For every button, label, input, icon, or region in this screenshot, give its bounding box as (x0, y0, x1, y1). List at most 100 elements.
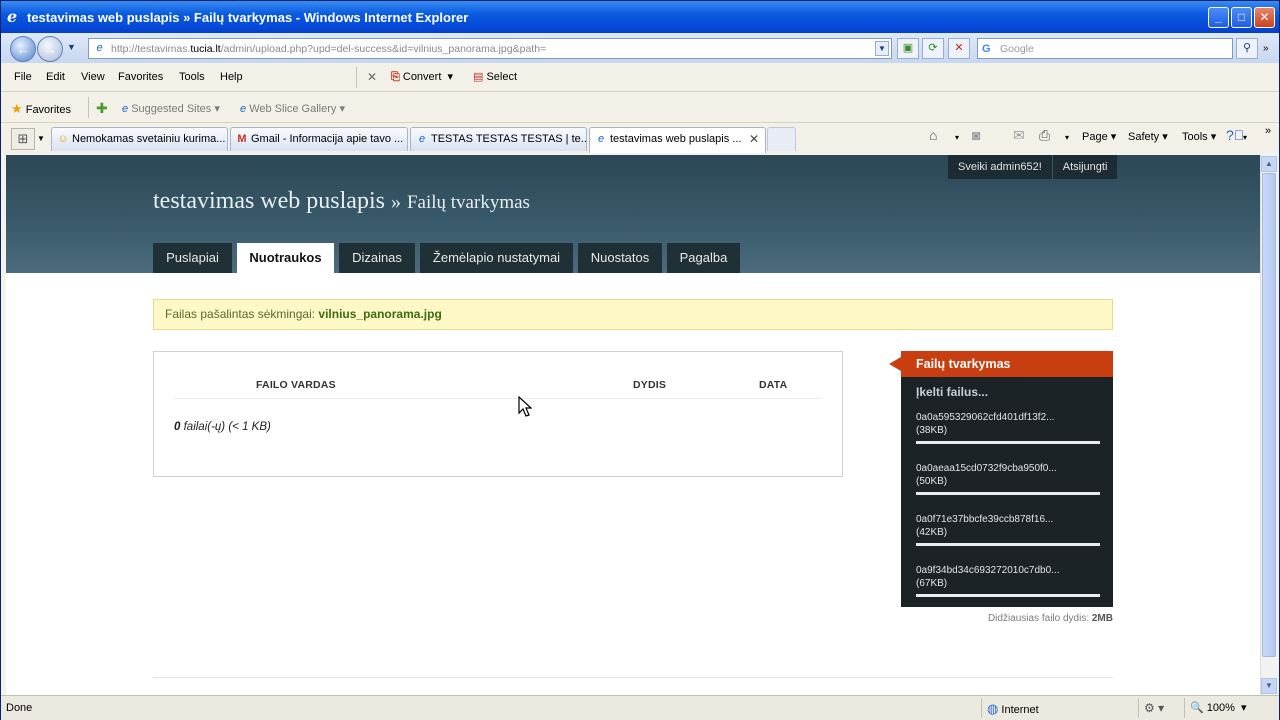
menu-favorites[interactable]: Favorites (118, 71, 163, 83)
convert-button[interactable]: ⎘ Convert ▾ (391, 70, 453, 84)
address-bar: ← → ▼ e http://testavimas.tucia.lt/admin… (1, 33, 1279, 63)
select-button[interactable]: ▤ Select (473, 70, 517, 83)
tab-close-icon[interactable]: ✕ (749, 128, 759, 150)
help-dropdown[interactable]: ▾ (1243, 133, 1247, 142)
help-icon[interactable]: ?⃝ (1226, 127, 1244, 143)
nav-puslapiai[interactable]: Puslapiai (153, 243, 232, 273)
stop-button[interactable]: ✕ (948, 38, 970, 59)
scroll-up-button[interactable]: ▲ (1261, 156, 1277, 172)
feeds-icon[interactable]: ◙ (972, 127, 980, 143)
scroll-thumb[interactable] (1262, 173, 1276, 657)
sidebar-file-item[interactable]: 0a0aeaa15cd0732f9cba950f0... (50KB) (916, 462, 1101, 495)
site-header: Sveiki admin652! Atsijungti testavimas we… (6, 155, 1260, 273)
tab-list-dropdown[interactable]: ▼ (37, 134, 45, 143)
recent-pages-dropdown[interactable]: ▼ (67, 42, 76, 52)
favorites-button[interactable]: ★ Favorites (11, 101, 71, 117)
url-dropdown-button[interactable]: ▼ (875, 41, 889, 56)
quick-tabs-button[interactable]: ⊞ (11, 128, 35, 150)
logout-link[interactable]: Atsijungti (1053, 155, 1118, 179)
file-divider (916, 543, 1100, 546)
add-favorite-icon[interactable]: ✚ (96, 100, 108, 117)
nav-pagalba[interactable]: Pagalba (667, 243, 740, 273)
home-icon[interactable]: ⌂ (929, 127, 937, 143)
user-box: Sveiki admin652! Atsijungti (948, 155, 1118, 179)
sidebar-file-item[interactable]: 0a0a595329062cfd401df13f2... (38KB) (916, 411, 1101, 444)
toolbar-close-icon[interactable]: ✕ (367, 70, 377, 84)
site-title: testavimas web puslapis » Failų tvarkyma… (153, 188, 530, 214)
zoom-button[interactable]: 🔍 100% ▾ (1190, 701, 1247, 714)
refresh-button[interactable]: ⟳ (922, 38, 944, 59)
suggested-sites-link[interactable]: e Suggested Sites ▾ (122, 102, 220, 115)
menu-help[interactable]: Help (220, 71, 243, 83)
sidebar-title: Failų tvarkymas (889, 351, 1113, 377)
window-title: testavimas web puslapis » Failų tvarkyma… (27, 10, 469, 25)
home-dropdown[interactable]: ▾ (955, 133, 959, 142)
ie-page-icon: e (122, 103, 129, 115)
forward-button[interactable]: → (37, 36, 63, 62)
page-viewport: Sveiki admin652! Atsijungti testavimas we… (6, 155, 1260, 695)
nav-nuotraukos[interactable]: Nuotraukos (237, 243, 334, 273)
menu-edit[interactable]: Edit (46, 71, 65, 83)
more-arrow-icon[interactable]: » (1263, 43, 1269, 54)
file-divider (916, 441, 1100, 444)
max-file-size-note: Didžiausias failo dydis: 2MB (987, 613, 1113, 624)
back-button[interactable]: ← (10, 36, 36, 62)
nav-zemelapio-nustatymai[interactable]: Žemėlapio nustatymai (420, 243, 573, 273)
ie-page-icon: e (418, 133, 426, 145)
status-separator (1138, 698, 1139, 718)
tab-bar: ⊞ ▼ ☺ Nemokamas svetainiu kurima... M Gm… (1, 123, 1279, 153)
pdf-convert-icon: ⎘ (391, 71, 400, 83)
print-icon[interactable]: ⎙ (1039, 127, 1050, 144)
menu-view[interactable]: View (81, 71, 105, 83)
sidebar-file-list: Įkelti failus... 0a0a595329062cfd401df13… (901, 377, 1113, 607)
close-button[interactable]: ✕ (1254, 7, 1275, 28)
favorites-bar: ★ Favorites ✚ e Suggested Sites ▾ e Web … (1, 92, 1279, 123)
column-header-name[interactable]: FAILO VARDAS (256, 379, 336, 391)
smiley-icon: ☺ (57, 133, 69, 145)
file-divider (916, 594, 1100, 597)
new-tab-button[interactable] (767, 127, 796, 151)
status-separator (981, 698, 982, 718)
status-text: Done (6, 702, 33, 714)
nav-nuostatos[interactable]: Nuostatos (578, 243, 662, 273)
minimize-button[interactable]: _ (1208, 7, 1229, 28)
tab-testas[interactable]: e TESTAS TESTAS TESTAS | te... (410, 127, 587, 151)
scroll-down-button[interactable]: ▼ (1261, 678, 1277, 694)
search-input[interactable]: G Google (977, 38, 1233, 59)
sidebar-file-item[interactable]: 0a0f71e37bbcfe39ccb878f16... (42KB) (916, 513, 1101, 546)
column-header-date[interactable]: DATA (759, 379, 787, 391)
tab-testavimas[interactable]: e testavimas web puslapis ... ✕ (589, 127, 766, 153)
success-notice: Failas pašalintas sėkmingai: vilnius_pan… (153, 299, 1113, 330)
pdf-select-icon: ▤ (473, 71, 484, 83)
sidebar-file-item[interactable]: 0a9f34bd34c693272010c7db0... (67KB) (916, 564, 1101, 597)
search-button[interactable]: ⚲ (1236, 38, 1258, 59)
gmail-icon: M (237, 133, 247, 145)
menu-tools[interactable]: Tools (179, 71, 205, 83)
compatibility-view-button[interactable]: ▣ (897, 38, 919, 59)
maximize-button[interactable]: □ (1231, 7, 1252, 28)
page-menu[interactable]: Page ▾ (1082, 130, 1116, 143)
protected-mode-icon[interactable]: ⚙ ▾ (1144, 701, 1164, 715)
greeting-text: Sveiki admin652! (948, 155, 1053, 179)
more-commands-icon[interactable]: » (1265, 125, 1271, 137)
google-icon: G (982, 43, 991, 55)
print-dropdown[interactable]: ▾ (1065, 133, 1069, 142)
menu-file[interactable]: File (14, 71, 32, 83)
url-input[interactable]: e http://testavimas.tucia.lt/admin/uploa… (88, 38, 892, 59)
favorites-separator (88, 97, 89, 118)
page-title: Failų tvarkymas (406, 192, 530, 213)
read-mail-icon[interactable]: ✉ (1013, 127, 1025, 144)
column-header-size[interactable]: DYDIS (633, 379, 666, 391)
status-separator (1184, 698, 1185, 718)
tab-nemokamas[interactable]: ☺ Nemokamas svetainiu kurima... (51, 127, 228, 151)
upload-files-link[interactable]: Įkelti failus... (916, 385, 988, 399)
url-text: http://testavimas.tucia.lt/admin/upload.… (111, 43, 547, 55)
safety-menu[interactable]: Safety ▾ (1128, 130, 1168, 143)
vertical-scrollbar[interactable]: ▲ ▼ (1260, 155, 1277, 695)
tab-gmail[interactable]: M Gmail - Informacija apie tavo ... (230, 127, 408, 151)
header-divider (174, 398, 822, 399)
tools-menu[interactable]: Tools ▾ (1182, 130, 1216, 143)
web-slice-gallery-link[interactable]: e Web Slice Gallery ▾ (240, 102, 345, 115)
nav-dizainas[interactable]: Dizainas (339, 243, 415, 273)
footer-divider (153, 677, 1113, 678)
